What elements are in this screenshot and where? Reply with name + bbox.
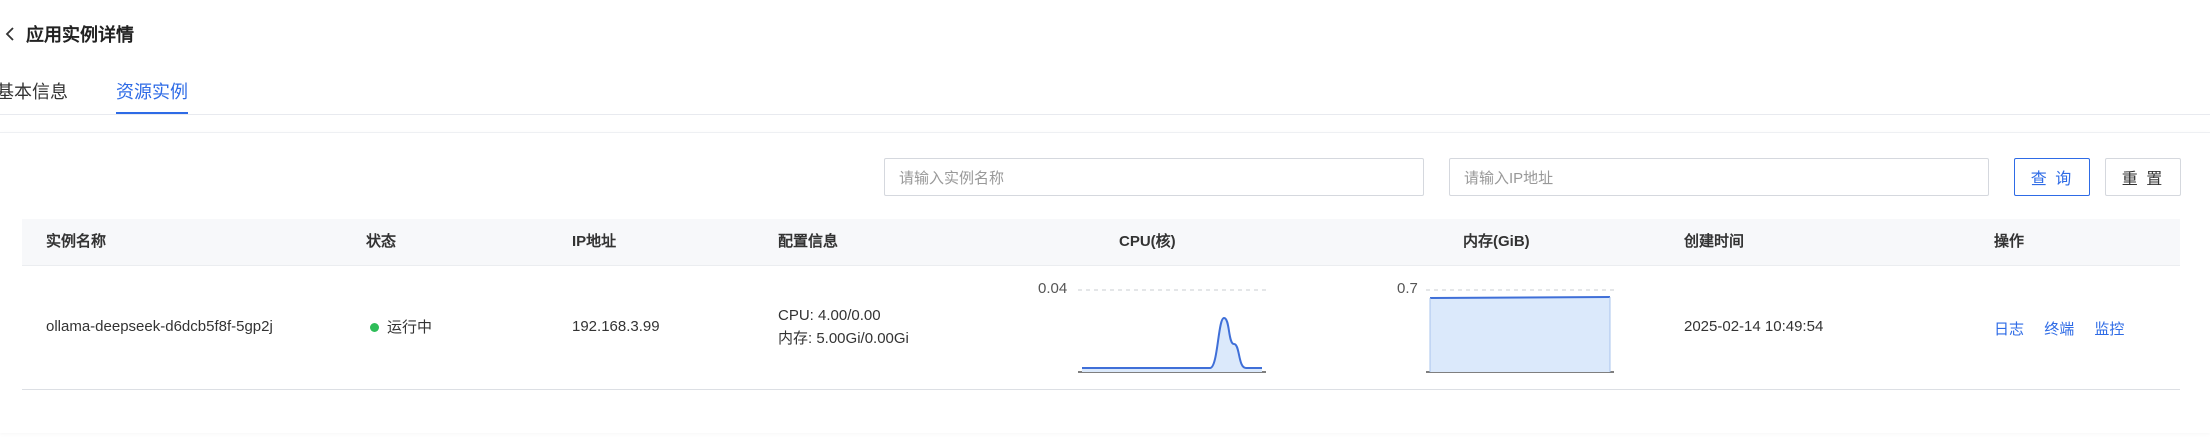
logs-link[interactable]: 日志 bbox=[1994, 321, 2024, 338]
col-created-time: 创建时间 bbox=[1684, 233, 1745, 250]
memory-sparkline bbox=[1426, 289, 1614, 373]
page-header: 应用实例详情 bbox=[0, 18, 134, 50]
status-text: 运行中 bbox=[387, 319, 433, 336]
chevron-left-icon[interactable] bbox=[0, 24, 20, 44]
created-time: 2025-02-14 10:49:54 bbox=[1684, 318, 1824, 335]
config-cpu: CPU: 4.00/0.00 bbox=[778, 307, 881, 324]
col-actions: 操作 bbox=[1994, 233, 2025, 250]
instance-name: ollama-deepseek-d6dcb5f8f-5gp2j bbox=[46, 318, 273, 335]
page-title: 应用实例详情 bbox=[26, 25, 134, 45]
tab-basic-info[interactable]: 基本信息 bbox=[0, 78, 68, 112]
col-memory: 内存(GiB) bbox=[1463, 233, 1530, 250]
cpu-sparkline bbox=[1078, 289, 1266, 373]
actions-cell: 日志 终端 监控 bbox=[1994, 318, 2140, 339]
tab-bar: 基本信息 资源实例 bbox=[0, 74, 2210, 115]
terminal-link[interactable]: 终端 bbox=[2044, 321, 2074, 338]
col-cpu: CPU(核) bbox=[1119, 233, 1176, 250]
monitor-link[interactable]: 监控 bbox=[2094, 321, 2124, 338]
cpu-max-label: 0.04 bbox=[1038, 280, 1068, 297]
col-status: 状态 bbox=[366, 233, 397, 250]
ip-address: 192.168.3.99 bbox=[572, 318, 660, 335]
config-memory: 内存: 5.00Gi/0.00Gi bbox=[778, 330, 909, 347]
status-cell: 运行中 bbox=[370, 316, 432, 337]
ip-search-input[interactable]: 请输入IP地址 bbox=[1449, 158, 1989, 196]
instance-card: 请输入实例名称 请输入IP地址 查 询 重 置 实例名称 状态 IP地址 配置信… bbox=[0, 132, 2210, 433]
ip-placeholder: 请输入IP地址 bbox=[1464, 169, 1554, 187]
col-config: 配置信息 bbox=[778, 233, 839, 250]
instance-name-search-input[interactable]: 请输入实例名称 bbox=[884, 158, 1424, 196]
reset-button[interactable]: 重 置 bbox=[2105, 158, 2181, 196]
col-ip: IP地址 bbox=[572, 233, 617, 250]
instance-name-placeholder: 请输入实例名称 bbox=[899, 169, 1005, 187]
memory-max-label: 0.7 bbox=[1397, 280, 1418, 297]
query-button[interactable]: 查 询 bbox=[2014, 158, 2090, 196]
app-instance-detail-page: 应用实例详情 基本信息 资源实例 请输入实例名称 请输入IP地址 查 询 重 置… bbox=[0, 0, 2210, 441]
tab-resource-instances[interactable]: 资源实例 bbox=[116, 78, 188, 114]
table-row: ollama-deepseek-d6dcb5f8f-5gp2j 运行中 192.… bbox=[22, 266, 2180, 390]
table-header: 实例名称 状态 IP地址 配置信息 CPU(核) 内存(GiB) 创建时间 操作 bbox=[22, 219, 2180, 266]
status-dot-icon bbox=[370, 322, 379, 332]
col-instance-name: 实例名称 bbox=[46, 233, 107, 250]
config-info: CPU: 4.00/0.00 内存: 5.00Gi/0.00Gi bbox=[778, 304, 909, 350]
